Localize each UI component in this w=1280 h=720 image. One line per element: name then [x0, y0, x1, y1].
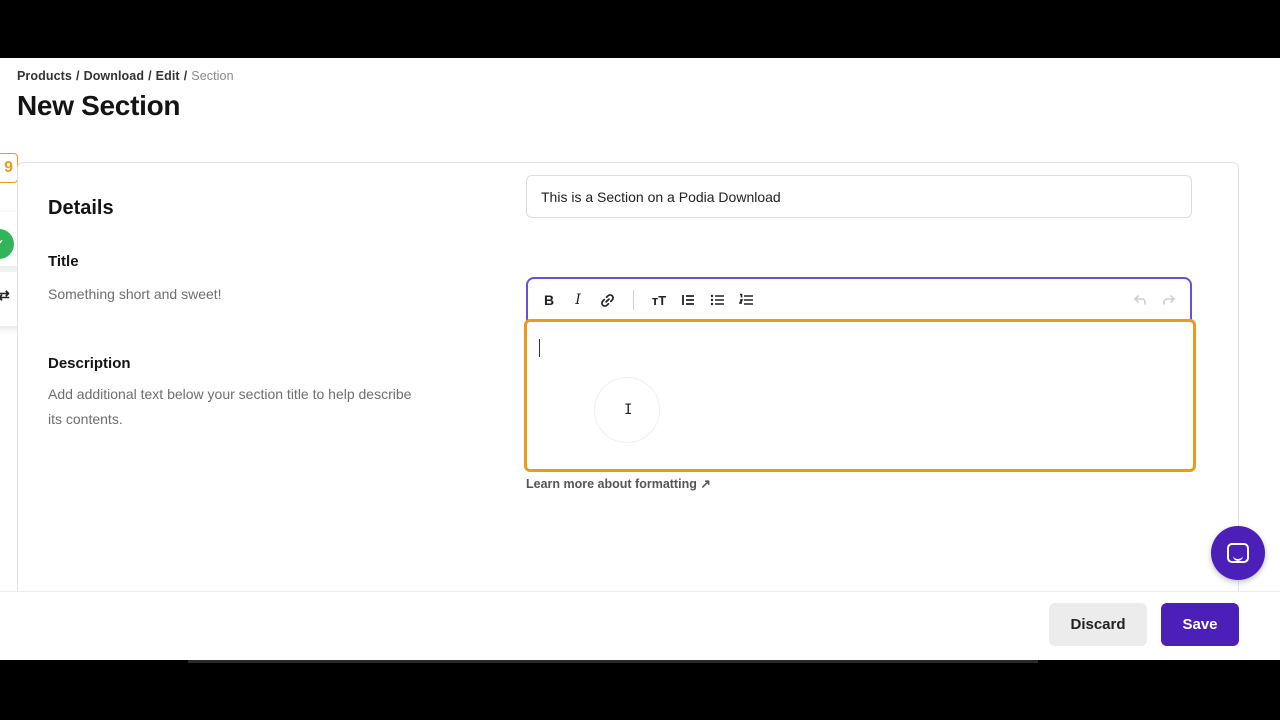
- numbered-list-button[interactable]: [735, 289, 757, 311]
- chat-launcher-button[interactable]: [1211, 526, 1265, 580]
- breadcrumb: Products / Download / Edit / Section: [17, 69, 234, 83]
- swap-arrows-icon: ⇄: [0, 287, 10, 303]
- bullet-list-button[interactable]: [706, 289, 728, 311]
- undo-button[interactable]: [1129, 289, 1151, 311]
- title-label: Title: [48, 253, 79, 270]
- breadcrumb-products[interactable]: Products: [17, 69, 72, 83]
- app-viewport: Products / Download / Edit / Section New Secti…: [0, 58, 1280, 660]
- breadcrumb-current: Section: [191, 69, 234, 83]
- description-label: Description: [48, 355, 131, 372]
- heading-button[interactable]: ᴛT: [648, 289, 670, 311]
- footer-bar: Discard Save: [0, 591, 1280, 660]
- page-title: New Section: [17, 90, 181, 121]
- learn-more-formatting-link[interactable]: Learn more about formatting ↗: [526, 476, 711, 491]
- link-icon: [600, 293, 614, 307]
- numbered-list-icon: [739, 293, 753, 305]
- editor-toolbar: B I ᴛT: [528, 279, 1190, 319]
- check-circle-icon: ✓: [0, 229, 14, 259]
- breadcrumb-edit[interactable]: Edit: [156, 69, 180, 83]
- redo-button[interactable]: [1158, 289, 1180, 311]
- description-textarea[interactable]: I: [524, 319, 1196, 472]
- italic-button[interactable]: I: [567, 289, 589, 311]
- italic-icon: I: [575, 292, 581, 308]
- bold-icon: B: [543, 292, 555, 308]
- ibeam-cursor-icon: I: [624, 402, 633, 418]
- title-help: Something short and sweet!: [48, 286, 222, 302]
- quote-button[interactable]: [677, 289, 699, 311]
- title-input[interactable]: [526, 175, 1192, 218]
- quote-icon: [682, 295, 694, 305]
- link-button[interactable]: [596, 289, 618, 311]
- horizontal-scrollbar[interactable]: [188, 660, 1038, 663]
- chat-icon: [1227, 543, 1249, 563]
- text-caret: [539, 339, 540, 357]
- toolbar-separator: [633, 290, 634, 310]
- text-size-icon: ᴛT: [651, 292, 667, 308]
- bold-button[interactable]: B: [538, 289, 560, 311]
- undo-icon: [1133, 295, 1146, 305]
- side-badge[interactable]: 9: [0, 153, 18, 183]
- bullet-list-icon: [710, 294, 724, 306]
- breadcrumb-download[interactable]: Download: [84, 69, 145, 83]
- discard-button[interactable]: Discard: [1049, 603, 1147, 646]
- save-button[interactable]: Save: [1161, 603, 1239, 646]
- description-help: Add additional text below your section t…: [48, 386, 412, 427]
- details-heading: Details: [48, 197, 114, 219]
- redo-icon: [1163, 295, 1176, 305]
